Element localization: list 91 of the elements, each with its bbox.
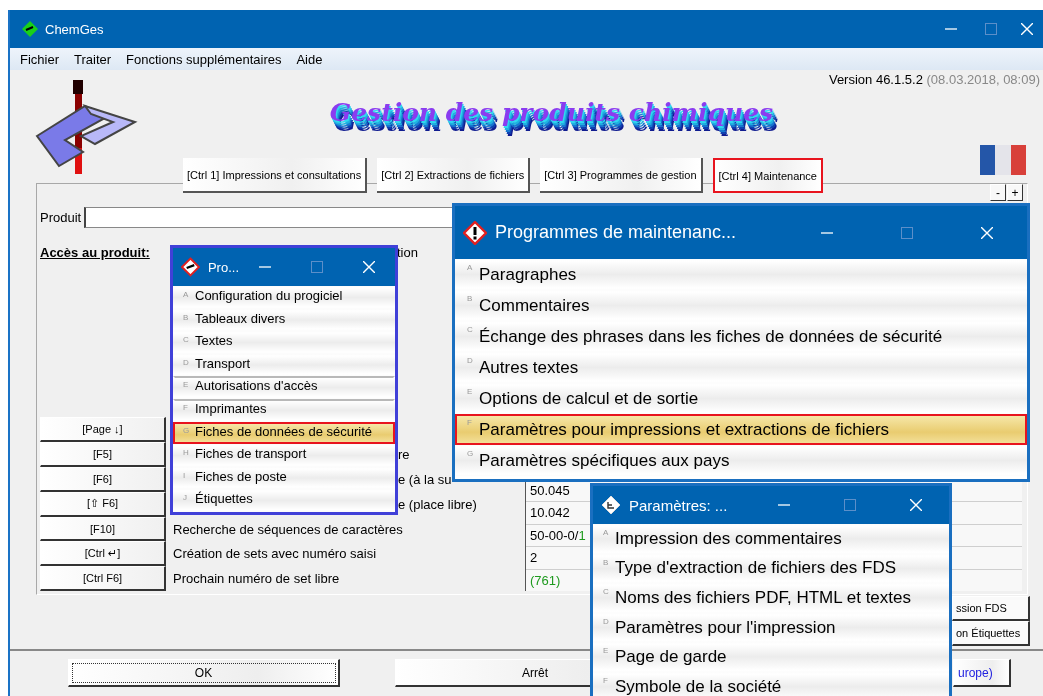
shortcut-letter: A bbox=[467, 262, 474, 272]
menu-item[interactable]: Fichier bbox=[20, 51, 59, 67]
section-label: Accès au produit: bbox=[40, 245, 151, 260]
shortcut-button[interactable]: [Page ↓] bbox=[40, 417, 166, 443]
option-label: Configuration du progiciel bbox=[195, 288, 343, 303]
dialog-title: Pro... bbox=[207, 259, 239, 275]
option-label: Paramètres pour l'impression bbox=[615, 617, 836, 638]
zoom-button[interactable]: - bbox=[990, 184, 1006, 201]
option-label: Imprimantes bbox=[195, 400, 267, 416]
shortcut-button[interactable]: [F5] bbox=[40, 442, 166, 467]
option-label: Fiches de poste bbox=[195, 468, 287, 484]
shortcut-letter: J bbox=[183, 492, 188, 503]
maximize-icon bbox=[901, 226, 913, 239]
version-number: Version 46.1.5.2 bbox=[828, 72, 923, 87]
flag-icon bbox=[980, 145, 1026, 175]
option-label: Fiches de données de sécurité bbox=[195, 423, 373, 439]
shortcut-letter: H bbox=[183, 447, 190, 458]
window-title: ChemGes bbox=[45, 21, 104, 37]
ok-button[interactable]: OK bbox=[68, 659, 340, 687]
close-icon bbox=[981, 226, 993, 239]
warning-icon bbox=[463, 220, 487, 245]
side-button[interactable]: ssion FDS bbox=[952, 596, 1030, 621]
tab[interactable]: [Ctrl 4] Maintenance bbox=[712, 158, 823, 193]
tab[interactable]: [Ctrl 3] Programmes de gestion bbox=[540, 158, 703, 193]
shortcut-label: Recherche de séquences de caractères bbox=[173, 521, 403, 537]
shortcut-letter: G bbox=[467, 448, 475, 458]
option-label: Fiches de transport bbox=[195, 446, 307, 462]
shortcut-letter: C bbox=[467, 324, 474, 334]
zoom-button[interactable]: + bbox=[1007, 184, 1023, 201]
menu-item[interactable]: Aide bbox=[296, 51, 323, 67]
shortcut-letter: D bbox=[467, 355, 474, 365]
tab[interactable]: [Ctrl 2] Extractions de fichiers bbox=[377, 158, 531, 193]
shortcut-letter: G bbox=[183, 424, 191, 435]
side-button[interactable]: on Étiquettes bbox=[952, 621, 1030, 646]
close-icon bbox=[363, 261, 375, 273]
shortcut-letter: F bbox=[183, 401, 189, 412]
shortcut-letter: F bbox=[467, 417, 473, 427]
shortcut-letter: E bbox=[467, 386, 474, 396]
option-text: tion bbox=[397, 245, 418, 260]
option-label: Étiquettes bbox=[195, 491, 253, 507]
tab[interactable]: [Ctrl 1] Impressions et consultations bbox=[183, 158, 368, 193]
option-label: Impression des commentaires bbox=[615, 528, 842, 549]
shortcut-button[interactable]: [F6] bbox=[40, 467, 166, 492]
option-label: Autorisations d'accès bbox=[195, 378, 318, 394]
shortcut-label: re bbox=[398, 447, 410, 463]
shortcut-label: Création de sets avec numéro saisi bbox=[173, 546, 377, 562]
shortcut-label: e (à la su bbox=[398, 471, 452, 487]
option-label: Paragraphes bbox=[479, 264, 577, 285]
shortcut-button[interactable]: [⇧ F6] bbox=[40, 491, 166, 517]
option-label: Tableaux divers bbox=[195, 310, 286, 326]
option-label: Autres textes bbox=[479, 357, 579, 378]
shortcut-letter: A bbox=[603, 527, 610, 537]
maximize-icon bbox=[844, 499, 856, 511]
footer-button[interactable]: urope) bbox=[953, 659, 1011, 687]
shortcut-letter: D bbox=[603, 615, 610, 626]
menu-item[interactable]: Fonctions supplémentaires bbox=[126, 51, 282, 67]
option-label: Options de calcul et de sortie bbox=[479, 388, 699, 409]
shortcut-letter: B bbox=[183, 311, 190, 322]
option-label: Noms des fichiers PDF, HTML et textes bbox=[615, 588, 911, 608]
option-label: Paramètres spécifiques aux pays bbox=[479, 450, 730, 471]
menu-option[interactable]: F Paramètres pour impressions et extractions de fichiers bbox=[455, 414, 1027, 445]
diamond-icon bbox=[181, 257, 200, 277]
option-label: Textes bbox=[195, 333, 233, 349]
shortcut-button[interactable]: [F10] bbox=[40, 516, 166, 542]
field-label: Produit bbox=[40, 210, 82, 225]
shortcut-label: e (place libre) bbox=[398, 496, 477, 512]
shortcut-letter: E bbox=[603, 645, 610, 656]
menu-option[interactable]: G Fiches de données de sécurité bbox=[173, 421, 395, 445]
diamond-icon bbox=[601, 495, 621, 515]
shortcut-letter: E bbox=[183, 379, 190, 390]
shortcut-button[interactable]: [Ctrl ↵] bbox=[40, 541, 166, 567]
option-label: Échange des phrases dans les fiches de données de sécurité bbox=[479, 326, 943, 347]
maximize-icon bbox=[311, 261, 323, 273]
shortcut-letter: C bbox=[183, 334, 190, 345]
option-label: Commentaires bbox=[479, 295, 590, 316]
option-label: Transport bbox=[195, 355, 251, 371]
shortcut-letter: B bbox=[603, 556, 610, 567]
shortcut-label: Prochain numéro de set libre bbox=[173, 571, 340, 587]
menu-item[interactable]: Traiter bbox=[74, 51, 112, 67]
shortcut-letter: A bbox=[183, 289, 190, 299]
dialog-title: Programmes de maintenanc... bbox=[495, 222, 737, 243]
diamond-icon bbox=[22, 21, 38, 37]
shortcut-letter: B bbox=[467, 293, 474, 303]
version-date: (08.03.2018, 08:09) bbox=[925, 72, 1040, 87]
shortcut-letter: D bbox=[183, 356, 190, 367]
option-label: Paramètres pour impressions et extractions de fichiers bbox=[479, 419, 890, 440]
maximize-icon bbox=[985, 23, 997, 35]
close-icon bbox=[1021, 23, 1033, 35]
shortcut-button[interactable]: [Ctrl F6] bbox=[40, 566, 166, 591]
shortcut-letter: F bbox=[603, 674, 609, 685]
close-icon bbox=[910, 499, 922, 511]
